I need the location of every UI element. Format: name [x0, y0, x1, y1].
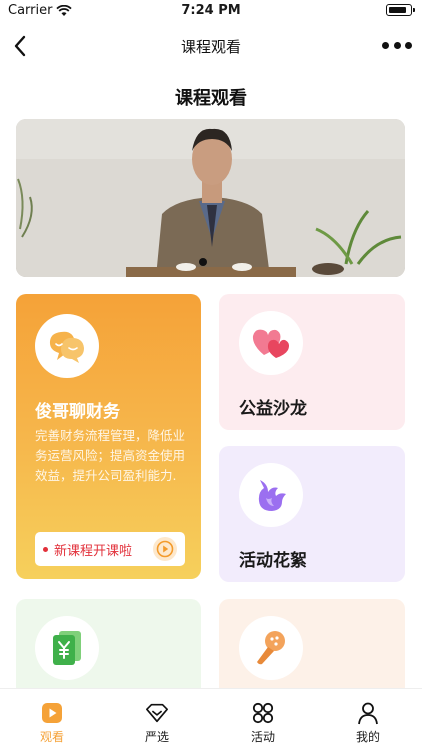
course-banner[interactable]: [16, 119, 405, 277]
tab-label: 严选: [144, 730, 169, 744]
page-title: 课程观看: [175, 88, 247, 109]
grid-icon: [251, 701, 275, 725]
flame-icon: [239, 463, 303, 527]
card-title: 活动花絮: [239, 551, 307, 571]
tab-label: 我的: [355, 730, 380, 744]
diamond-icon: [145, 701, 169, 725]
play-circle-icon: [153, 537, 177, 561]
red-dot-icon: [43, 546, 48, 552]
speaker-photo: [16, 119, 405, 277]
more-dot-icon: [405, 41, 412, 49]
yuan-note-icon: [35, 616, 99, 680]
battery-icon: [386, 4, 415, 16]
chat-bubbles-icon: [35, 314, 99, 378]
tab-events[interactable]: 活动: [223, 689, 303, 750]
card-junge-finance[interactable]: 俊哥聊财务 完善财务流程管理，降低业务运营风险；提高资金使用效益，提升公司盈利能…: [16, 294, 201, 579]
card-finance[interactable]: [16, 599, 201, 699]
more-dot-icon: [382, 41, 389, 49]
tab-bar: 观看 严选 活动 我的: [0, 688, 422, 750]
card-title: 俊哥聊财务: [35, 402, 120, 422]
cta-label: 新课程开课啦: [54, 543, 133, 559]
hearts-icon: [239, 311, 303, 375]
carousel-indicator: [199, 258, 207, 266]
play-icon: [40, 701, 64, 725]
more-dot-icon: [393, 41, 401, 49]
person-icon: [356, 701, 380, 725]
tab-watch[interactable]: 观看: [12, 689, 92, 750]
tab-mine[interactable]: 我的: [328, 689, 408, 750]
card-charity-salon[interactable]: 公益沙龙: [219, 294, 405, 430]
card-description: 完善财务流程管理，降低业务运营风险；提高资金使用效益，提升公司盈利能力.: [35, 428, 186, 483]
tab-label: 观看: [39, 730, 64, 744]
navigation-bar: 课程观看: [0, 24, 422, 68]
more-button[interactable]: [382, 38, 412, 52]
nav-title: 课程观看: [180, 38, 241, 56]
tab-label: 活动: [250, 730, 275, 744]
clock: 7:24 PM: [181, 3, 241, 18]
microphone-icon: [239, 616, 303, 680]
card-microphone[interactable]: [219, 599, 405, 699]
card-activity-highlights[interactable]: 活动花絮: [219, 446, 405, 582]
card-title: 公益沙龙: [239, 399, 307, 419]
new-course-button[interactable]: 新课程开课啦: [35, 532, 185, 566]
tab-selection[interactable]: 严选: [117, 689, 197, 750]
status-bar: Carrier 7:24 PM: [0, 0, 422, 22]
